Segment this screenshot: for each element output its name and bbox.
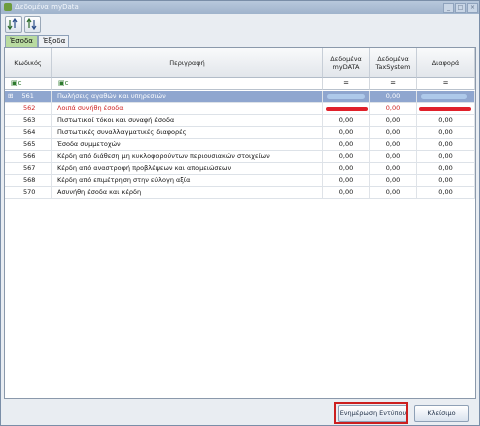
taxsystem-cell: 0,00 xyxy=(370,91,417,102)
mydata-cell: 0,00 xyxy=(323,139,370,150)
filter-code[interactable]: ▣c xyxy=(5,78,52,90)
code-cell: 562 xyxy=(5,103,52,114)
redacted-value xyxy=(327,94,365,99)
sort-down-icon xyxy=(7,18,18,31)
mydata-cell: 0,00 xyxy=(323,175,370,186)
diff-cell: 0,00 xyxy=(417,187,475,198)
mydata-cell xyxy=(323,103,370,114)
code-cell: ⊞ 561 xyxy=(5,91,52,102)
title-bar: Δεδομένα myData _ □ × xyxy=(1,1,479,14)
column-header-diff[interactable]: Διαφορά xyxy=(417,48,475,78)
description-cell: Κέρδη από διάθεση μη κυκλοφορούντων περι… xyxy=(52,151,323,162)
mydata-cell xyxy=(323,91,370,102)
taxsystem-cell: 0,00 xyxy=(370,103,417,114)
description-cell: Έσοδα συμμετοχών xyxy=(52,139,323,150)
column-header-description[interactable]: Περιγραφή xyxy=(52,48,323,78)
code-cell: 564 xyxy=(5,127,52,138)
taxsystem-cell: 0,00 xyxy=(370,175,417,186)
table-row[interactable]: 563 Πιστωτικοί τόκοι και συναφή έσοδα 0,… xyxy=(5,115,475,127)
tab-income[interactable]: Έσοδα xyxy=(5,35,38,47)
column-header-mydata[interactable]: Δεδομένα myDATA xyxy=(323,48,370,78)
mydata-cell: 0,00 xyxy=(323,187,370,198)
taxsystem-cell: 0,00 xyxy=(370,151,417,162)
filter-taxsystem[interactable]: = xyxy=(370,78,417,90)
sort-up-icon xyxy=(26,18,37,31)
diff-cell: 0,00 xyxy=(417,115,475,126)
code-cell: 568 xyxy=(5,175,52,186)
taxsystem-cell: 0,00 xyxy=(370,187,417,198)
code-cell: 567 xyxy=(5,163,52,174)
highlight-annotation xyxy=(334,402,408,424)
code-cell: 566 xyxy=(5,151,52,162)
table-row[interactable]: 568 Κέρδη από επιμέτρηση στην εύλογη αξί… xyxy=(5,175,475,187)
code-cell: 570 xyxy=(5,187,52,198)
description-cell: Πιστωτικές συναλλαγματικές διαφορές xyxy=(52,127,323,138)
mydata-cell: 0,00 xyxy=(323,163,370,174)
taxsystem-cell: 0,00 xyxy=(370,115,417,126)
redacted-value xyxy=(421,94,467,99)
code-cell: 563 xyxy=(5,115,52,126)
app-icon xyxy=(4,3,12,11)
code-cell: 565 xyxy=(5,139,52,150)
taxsystem-cell: 0,00 xyxy=(370,127,417,138)
toolbar xyxy=(1,14,479,34)
table-row[interactable]: 570 Ασυνήθη έσοδα και κέρδη 0,00 0,00 0,… xyxy=(5,187,475,199)
window-title: Δεδομένα myData xyxy=(15,3,79,11)
mydata-window: Δεδομένα myData _ □ × Έσοδα Έξοδα Κωδικό… xyxy=(0,0,480,426)
table-row[interactable]: 566 Κέρδη από διάθεση μη κυκλοφορούντων … xyxy=(5,151,475,163)
close-button[interactable]: Κλείσιμο xyxy=(414,405,469,422)
description-cell: Κέρδη από επιμέτρηση στην εύλογη αξία xyxy=(52,175,323,186)
table-row[interactable]: 564 Πιστωτικές συναλλαγματικές διαφορές … xyxy=(5,127,475,139)
diff-cell xyxy=(417,91,475,102)
description-cell: Πωλήσεις αγαθών και υπηρεσιών xyxy=(52,91,323,102)
sort-down-button[interactable] xyxy=(5,16,22,33)
diff-cell: 0,00 xyxy=(417,163,475,174)
table-row[interactable]: 565 Έσοδα συμμετοχών 0,00 0,00 0,00 xyxy=(5,139,475,151)
filter-description[interactable]: ▣c xyxy=(52,78,323,90)
taxsystem-cell: 0,00 xyxy=(370,139,417,150)
description-cell: Κέρδη από αναστροφή προβλέψεων και απομε… xyxy=(52,163,323,174)
diff-cell xyxy=(417,103,475,114)
taxsystem-cell: 0,00 xyxy=(370,163,417,174)
data-grid: Κωδικός Περιγραφή Δεδομένα myDATA Δεδομέ… xyxy=(4,47,476,399)
redacted-value xyxy=(326,107,368,111)
filter-diff[interactable]: = xyxy=(417,78,475,90)
table-row[interactable]: 562 Λοιπά συνήθη έσοδα 0,00 xyxy=(5,103,475,115)
table-row[interactable]: 567 Κέρδη από αναστροφή προβλέψεων και α… xyxy=(5,163,475,175)
column-header-code[interactable]: Κωδικός xyxy=(5,48,52,78)
table-row[interactable]: ⊞ 561 Πωλήσεις αγαθών και υπηρεσιών 0,00 xyxy=(5,91,475,103)
description-cell: Λοιπά συνήθη έσοδα xyxy=(52,103,323,114)
diff-cell: 0,00 xyxy=(417,175,475,186)
description-cell: Ασυνήθη έσοδα και κέρδη xyxy=(52,187,323,198)
description-cell: Πιστωτικοί τόκοι και συναφή έσοδα xyxy=(52,115,323,126)
diff-cell: 0,00 xyxy=(417,151,475,162)
mydata-cell: 0,00 xyxy=(323,151,370,162)
minimize-button[interactable]: _ xyxy=(443,3,454,13)
diff-cell: 0,00 xyxy=(417,127,475,138)
maximize-button[interactable]: □ xyxy=(455,3,466,13)
expand-toggle[interactable]: ⊞ xyxy=(8,92,13,100)
mydata-cell: 0,00 xyxy=(323,115,370,126)
tab-expenses[interactable]: Έξοδα xyxy=(38,35,69,47)
mydata-cell: 0,00 xyxy=(323,127,370,138)
filter-mydata[interactable]: = xyxy=(323,78,370,90)
redacted-value xyxy=(419,107,471,111)
diff-cell: 0,00 xyxy=(417,139,475,150)
column-header-taxsystem[interactable]: Δεδομένα TaxSystem xyxy=(370,48,417,78)
close-window-button[interactable]: × xyxy=(467,3,478,13)
sort-up-button[interactable] xyxy=(24,16,41,33)
